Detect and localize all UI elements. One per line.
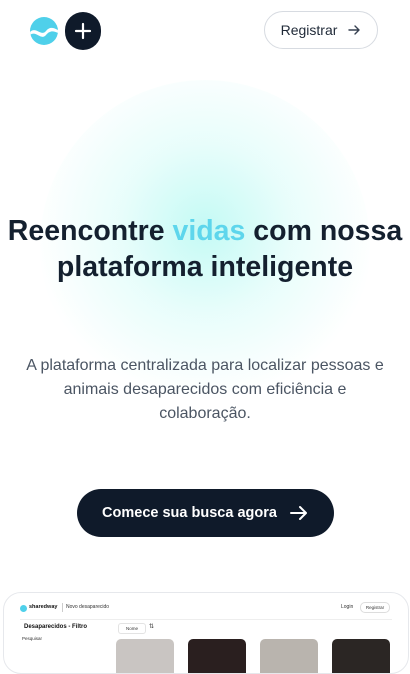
add-button[interactable] <box>65 12 101 50</box>
preview-register: Registrar <box>360 602 390 613</box>
hero-title: Reencontre vidas com nossa plataforma in… <box>0 213 410 285</box>
start-search-button[interactable]: Comece sua busca agora <box>77 489 334 537</box>
preview-logo-icon <box>20 605 27 612</box>
logo-icon[interactable] <box>30 17 58 45</box>
app-preview-screenshot: sharedway Novo desaparecido Login Regist… <box>3 592 409 674</box>
title-part1: Reencontre <box>7 215 173 247</box>
preview-new-missing: Novo desaparecido <box>66 604 110 610</box>
arrow-right-icon <box>289 506 307 520</box>
preview-login: Login <box>341 604 354 610</box>
preview-card <box>332 639 390 673</box>
preview-filter-select: Nome <box>118 623 146 634</box>
sort-icon: ⇅ <box>149 624 155 630</box>
top-navbar: Registrar <box>0 0 410 64</box>
register-label: Registrar <box>280 22 338 38</box>
preview-card <box>260 639 318 673</box>
preview-separator <box>20 619 392 620</box>
register-button[interactable]: Registrar <box>264 11 378 49</box>
title-accent: vidas <box>172 215 246 247</box>
plus-icon <box>74 22 92 40</box>
preview-card <box>116 639 174 673</box>
preview-divider <box>62 603 63 612</box>
preview-search-label: Pesquisar <box>22 636 43 641</box>
preview-card <box>188 639 246 673</box>
arrow-right-icon <box>348 25 361 35</box>
preview-brand: sharedway <box>29 604 58 610</box>
cta-label: Comece sua busca agora <box>102 505 277 521</box>
hero-subtitle: A plataforma centralizada para localizar… <box>26 357 384 422</box>
preview-page-title: Desaparecidos - Filtro <box>24 624 88 630</box>
